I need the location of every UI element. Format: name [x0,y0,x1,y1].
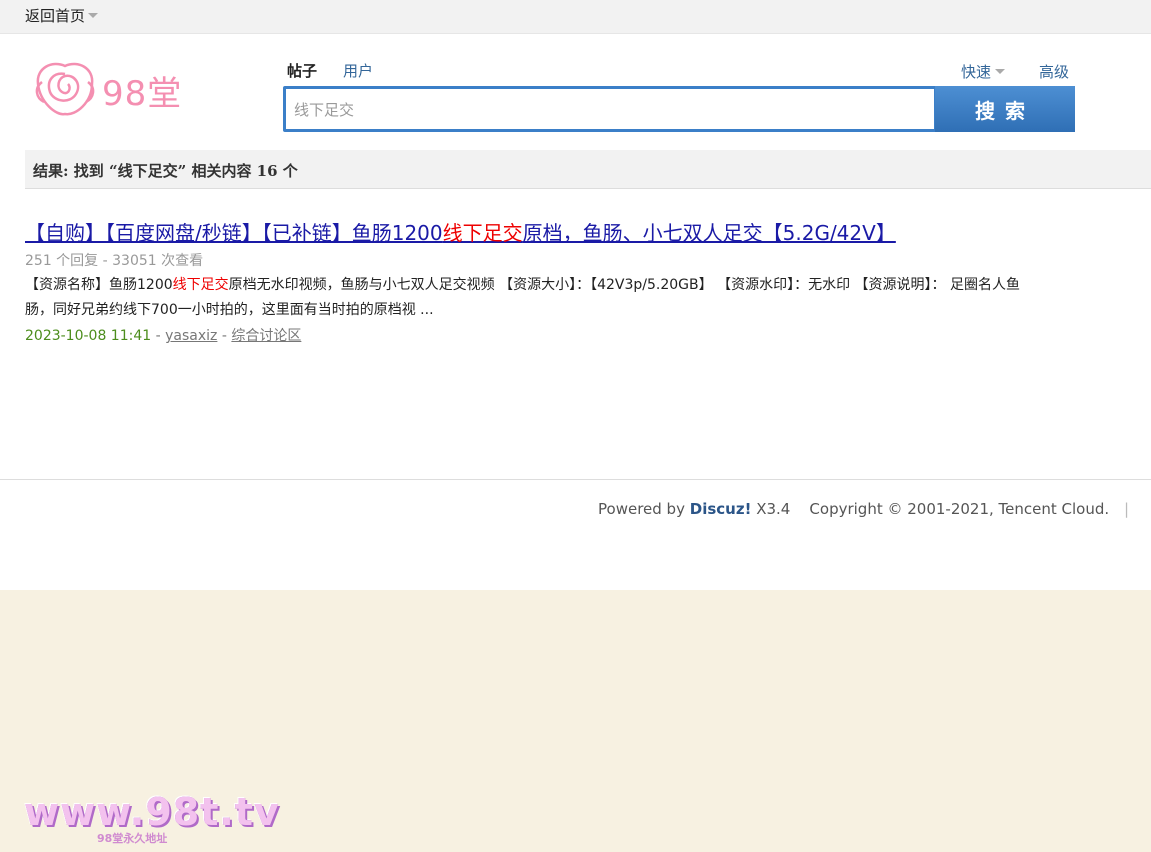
back-home-link[interactable]: 返回首页 [25,5,99,26]
discuz-link[interactable]: Discuz! [690,500,752,518]
forum-link[interactable]: 综合讨论区 [231,328,301,344]
quick-search-label: 快速 [961,63,992,81]
tab-threads[interactable]: 帖子 [287,60,317,81]
chevron-down-icon [995,69,1006,74]
site-logo[interactable]: 98堂 [30,58,190,120]
logo-text: 98堂 [102,74,183,114]
top-bar: 返回首页 [0,0,1151,34]
post-date: 2023-10-08 11:41 [25,328,152,344]
result-summary-bar: 结果: 找到 “线下足交” 相关内容 16 个 [25,150,1151,189]
watermark-subtitle: 98堂永久地址 [97,832,168,845]
version-text: X3.4 [756,500,791,518]
search-box: 搜索 [283,86,1075,132]
chevron-down-icon [88,13,99,18]
search-button[interactable]: 搜索 [935,86,1075,132]
separator: - [155,328,161,344]
title-keyword-highlight: 线下足交 [442,221,523,245]
back-home-label: 返回首页 [25,7,86,25]
copyright-text: Copyright © 2001-2021, Tencent Cloud. [809,500,1110,518]
footer: Powered by Discuz! X3.4 Copyright © 2001… [598,500,1129,518]
thread-title-link[interactable]: 【自购】【百度网盘/秒链】【已补链】鱼肠1200线下足交原档，鱼肠、小七双人足交… [25,218,1075,248]
title-text-rest: 原档，鱼肠、小七双人足交【5.2G/42V】 [522,221,896,245]
thread-meta: 2023-10-08 11:41 - yasaxiz - 综合讨论区 [25,325,1075,345]
title-text: 【自购】【百度网盘/秒链】【已补链】鱼肠1200 [25,221,443,245]
tab-users[interactable]: 用户 [343,60,373,81]
summary-keyword-highlight: 线下足交 [172,277,229,293]
result-summary: 结果: 找到 “线下足交” 相关内容 16 个 [33,162,298,180]
footer-divider [0,479,1151,480]
powered-by-text: Powered by [598,500,685,518]
summary-text: 【资源名称】鱼肠1200 [25,277,173,293]
search-input[interactable] [286,89,934,129]
thread-stats: 251 个回复 - 33051 次查看 [25,253,204,269]
thread-summary: 【资源名称】鱼肠1200线下足交原档无水印视频，鱼肠与小七双人足交视频 【资源大… [25,273,1045,323]
author-link[interactable]: yasaxiz [165,328,217,344]
rose-icon [35,62,95,116]
quick-search-dropdown[interactable]: 快速 [961,61,1006,82]
advanced-search-link[interactable]: 高级 [1039,61,1069,82]
separator: - [221,328,227,344]
list-item: 【自购】【百度网盘/秒链】【已补链】鱼肠1200线下足交原档，鱼肠、小七双人足交… [25,218,1075,345]
watermark-logo: www.98t.tv [24,790,280,834]
separator: | [1123,500,1129,518]
